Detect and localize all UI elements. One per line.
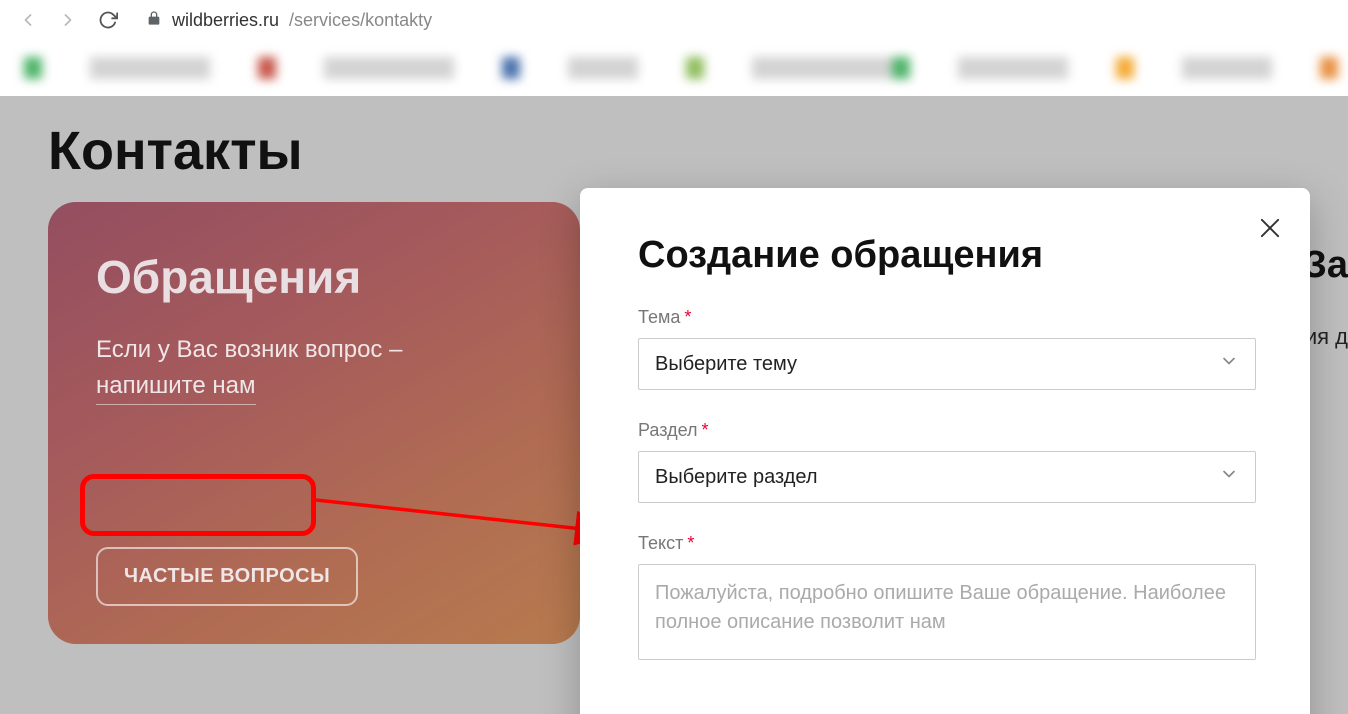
reload-button[interactable] bbox=[92, 4, 124, 36]
field-label-text: Текст* bbox=[638, 533, 1256, 554]
write-us-link[interactable]: напишите нам bbox=[96, 368, 256, 405]
appeals-card-title: Обращения bbox=[96, 250, 532, 304]
close-button[interactable] bbox=[1256, 214, 1284, 242]
field-label-section: Раздел* bbox=[638, 420, 1256, 441]
section-select-value: Выберите раздел bbox=[655, 466, 818, 489]
annotation-highlight-box bbox=[80, 474, 316, 536]
appeals-card-text: Если у Вас возник вопрос – напишите нам bbox=[96, 332, 532, 405]
modal-title: Создание обращения bbox=[638, 234, 1256, 277]
theme-select[interactable]: Выберите тему bbox=[638, 338, 1256, 390]
address-bar[interactable]: wildberries.ru/services/kontakty bbox=[132, 4, 1336, 36]
page-content: Контакты За ия д Обращения Если у Вас во… bbox=[0, 96, 1348, 714]
chevron-down-icon bbox=[1219, 351, 1239, 377]
chevron-down-icon bbox=[1219, 464, 1239, 490]
section-select[interactable]: Выберите раздел bbox=[638, 451, 1256, 503]
url-host: wildberries.ru bbox=[172, 10, 279, 31]
appeals-text-line1: Если у Вас возник вопрос – bbox=[96, 336, 402, 363]
textarea-placeholder: Пожалуйста, подробно опишите Ваше обраще… bbox=[655, 582, 1226, 633]
site-header-blurred bbox=[0, 40, 1348, 96]
create-appeal-modal: Создание обращения Тема* Выберите тему Р… bbox=[580, 188, 1310, 714]
url-path: /services/kontakty bbox=[289, 10, 432, 31]
field-label-theme: Тема* bbox=[638, 307, 1256, 328]
back-button[interactable] bbox=[12, 4, 44, 36]
faq-button[interactable]: ЧАСТЫЕ ВОПРОСЫ bbox=[96, 547, 358, 606]
browser-bar: wildberries.ru/services/kontakty bbox=[0, 0, 1348, 40]
theme-select-value: Выберите тему bbox=[655, 353, 797, 376]
text-textarea[interactable]: Пожалуйста, подробно опишите Ваше обраще… bbox=[638, 564, 1256, 660]
forward-button[interactable] bbox=[52, 4, 84, 36]
lock-icon bbox=[146, 10, 162, 31]
